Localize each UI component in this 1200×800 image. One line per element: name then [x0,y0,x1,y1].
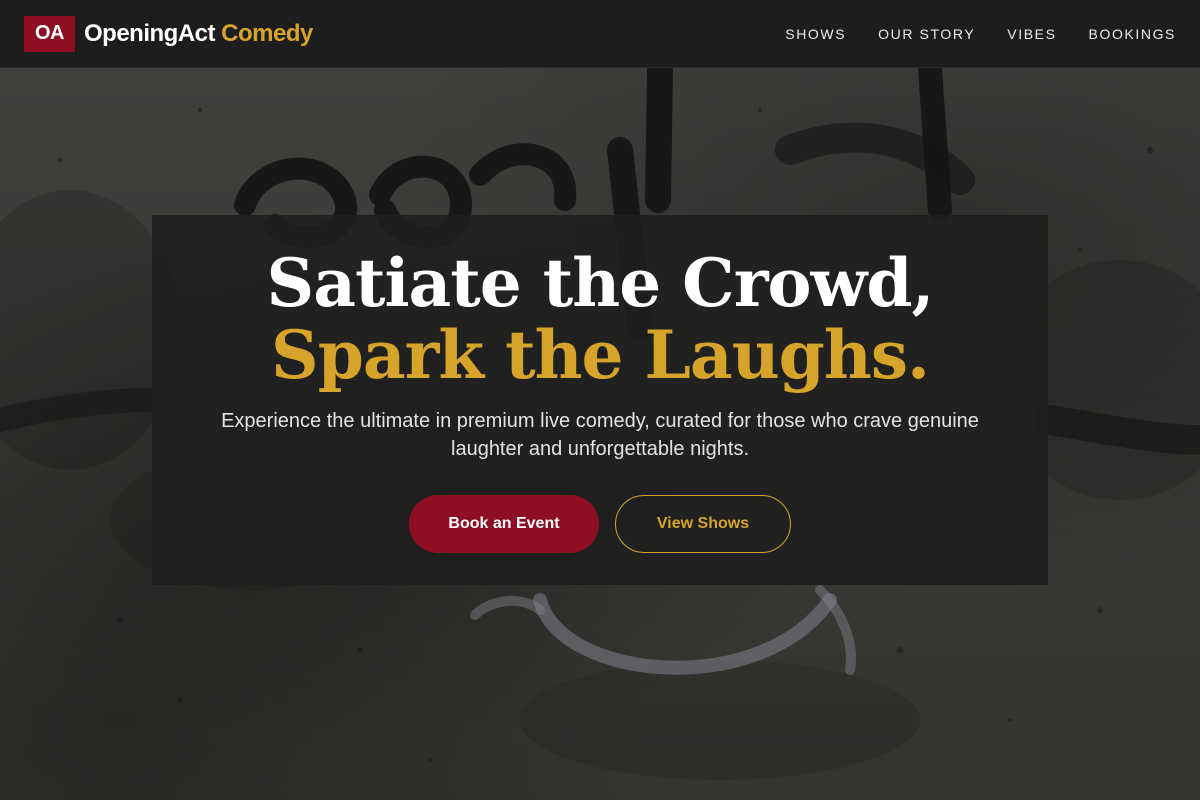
logo-badge: OA [24,15,75,52]
hero-headline: Satiate the Crowd, Spark the Laughs. [172,247,1028,391]
hero-headline-white: Satiate the Crowd, [266,244,935,322]
nav-item-vibes[interactable]: VIBES [1007,26,1056,42]
hero-cta-row: Book an Event View Shows [152,495,1048,553]
view-shows-button[interactable]: View Shows [615,495,791,553]
brand-name-main: OpeningAct [84,19,216,47]
brand-name: OpeningAct Comedy [84,20,313,48]
hero-subtext: Experience the ultimate in premium live … [221,410,979,460]
hero-headline-gold: Spark the Laughs. [271,316,930,394]
hero-card: Satiate the Crowd, Spark the Laughs. Exp… [152,215,1048,585]
nav-item-our-story[interactable]: OUR STORY [878,26,975,42]
site-header: OA OpeningAct Comedy SHOWS OUR STORY VIB… [0,0,1200,68]
brand-name-accent: Comedy [221,19,313,47]
nav-item-shows[interactable]: SHOWS [785,26,846,42]
main-nav: SHOWS OUR STORY VIBES BOOKINGS [753,26,1176,42]
brand-home-link[interactable]: OA OpeningAct Comedy [24,15,313,52]
nav-item-bookings[interactable]: BOOKINGS [1089,26,1176,42]
book-event-button[interactable]: Book an Event [409,495,599,553]
